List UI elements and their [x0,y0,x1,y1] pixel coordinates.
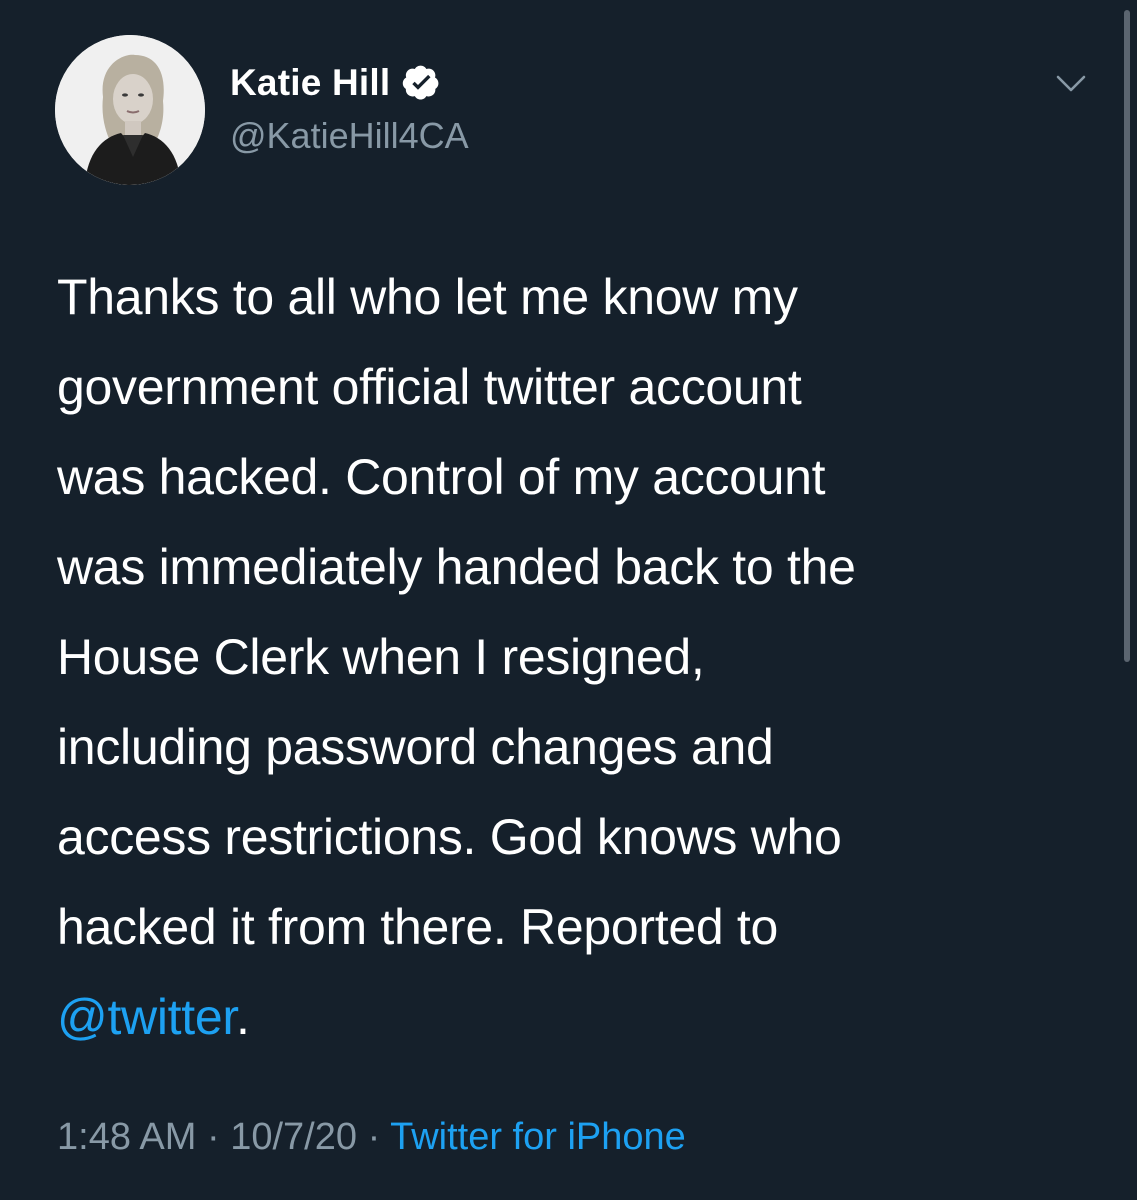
avatar-photo [55,35,205,185]
author-row[interactable]: Katie Hill [230,58,440,108]
author-handle[interactable]: @KatieHill4CA [230,115,469,157]
tweet-text-line: access restrictions. God knows who [57,809,842,865]
mention-link[interactable]: @twitter [57,989,236,1045]
tweet-date[interactable]: 10/7/20 [230,1116,357,1158]
scrollbar[interactable] [1124,10,1130,662]
meta-separator: · [206,1116,220,1158]
tweet-text-line: was hacked. Control of my account [57,449,826,505]
chevron-down-icon[interactable] [1054,66,1088,100]
tweet-time[interactable]: 1:48 AM [57,1116,196,1158]
tweet-text-line: was immediately handed back to the [57,539,856,595]
trailing-punctuation: . [235,989,250,1045]
tweet-screen: Katie Hill @KatieHill4CA Thanks to all w… [0,0,1137,1200]
tweet-meta: 1:48 AM · 10/7/20 · Twitter for iPhone [57,1116,686,1159]
meta-separator: · [367,1116,381,1158]
tweet-text-line: government official twitter account [57,359,802,415]
verified-badge-icon [402,64,440,102]
tweet-text-line: House Clerk when I resigned, [57,629,705,685]
tweet-text-line: Thanks to all who let me know my [57,269,798,325]
tweet-text-line: hacked it from there. Reported to [57,899,779,955]
tweet-text: Thanks to all who let me know my governm… [57,252,1057,1062]
tweet-source-link[interactable]: Twitter for iPhone [390,1116,686,1158]
tweet-text-last-line: @twitter. [57,972,1057,1062]
tweet-text-line: including password changes and [57,719,774,775]
display-name[interactable]: Katie Hill [230,62,390,104]
avatar[interactable] [55,35,205,185]
